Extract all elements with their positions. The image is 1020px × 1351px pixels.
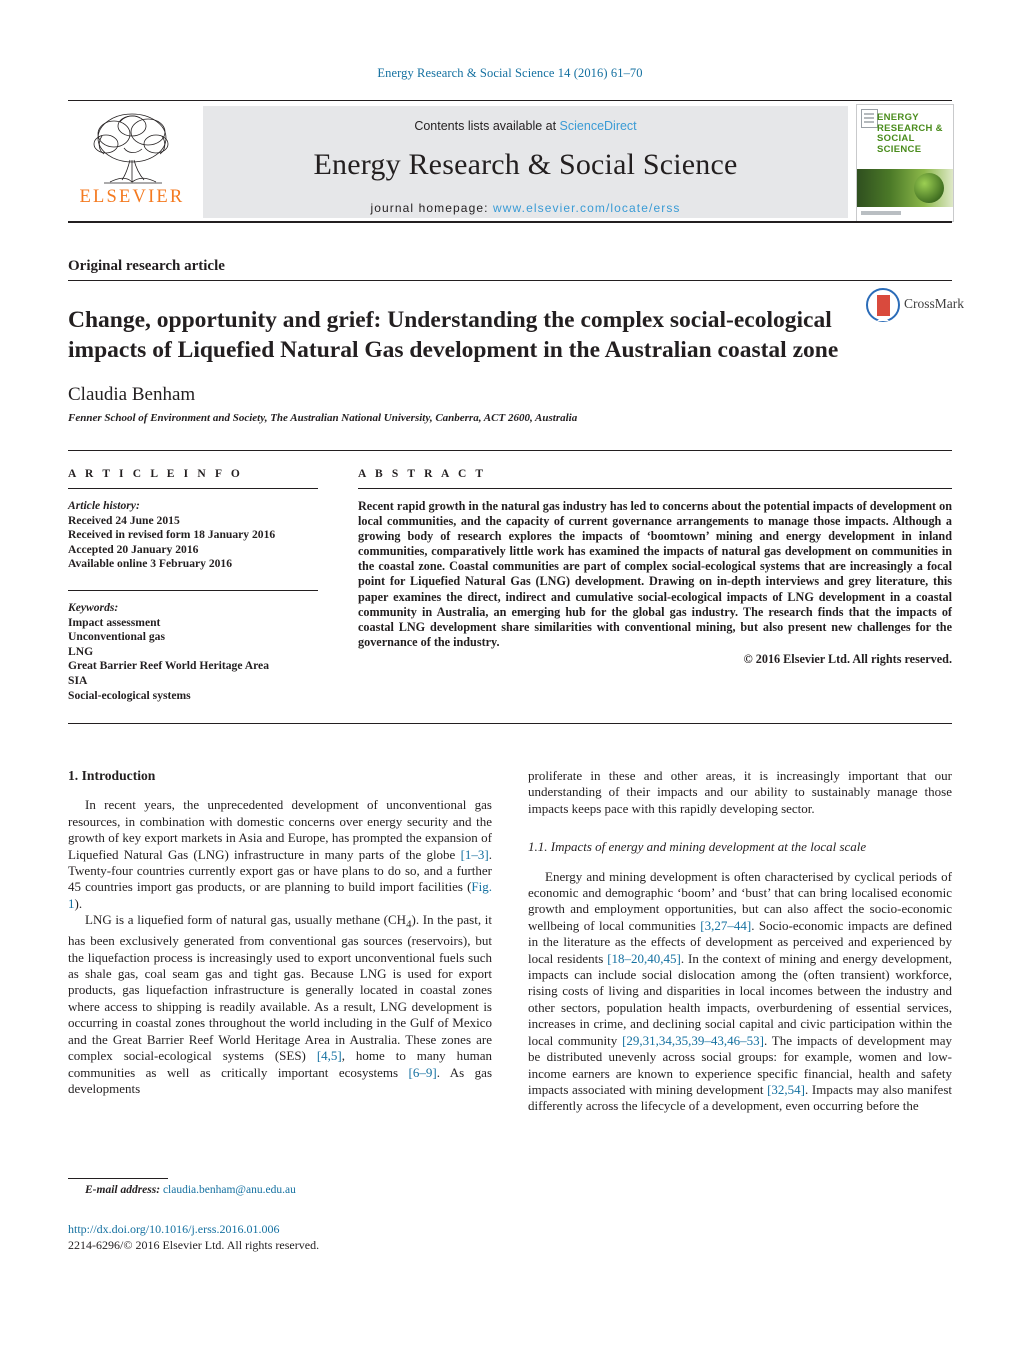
abstract-copyright: © 2016 Elsevier Ltd. All rights reserved… — [743, 651, 952, 666]
subsection-heading-local-scale: 1.1. Impacts of energy and mining develo… — [528, 839, 867, 855]
citation-ref[interactable]: [1–3] — [461, 847, 489, 862]
homepage-label: journal homepage: — [370, 201, 489, 215]
email-link[interactable]: claudia.benham@anu.edu.au — [163, 1184, 296, 1196]
cover-title-text: ENERGY RESEARCH & SOCIAL SCIENCE — [877, 112, 943, 155]
email-label: E-mail address: — [85, 1184, 161, 1196]
footnote-email-line: E-mail address: claudia.benham@anu.edu.a… — [68, 1184, 492, 1196]
paragraph: Energy and mining development is often c… — [528, 869, 952, 1115]
cover-graphic — [857, 169, 953, 207]
para-text: ). — [74, 895, 83, 911]
sciencedirect-link[interactable]: ScienceDirect — [560, 119, 637, 133]
title-divider — [68, 280, 952, 281]
globe-icon — [914, 173, 944, 203]
running-head: Energy Research & Social Science 14 (201… — [377, 66, 643, 80]
issn-copyright-line: 2214-6296/© 2016 Elsevier Ltd. All right… — [68, 1238, 320, 1252]
footnote-rule — [68, 1178, 168, 1179]
citation-ref[interactable]: [32,54] — [767, 1082, 805, 1097]
journal-homepage-line: journal homepage: www.elsevier.com/locat… — [203, 201, 848, 215]
info-band-rule-top — [68, 450, 952, 451]
keyword-item: Unconventional gas — [68, 630, 165, 644]
section-heading-introduction: 1. Introduction — [68, 768, 156, 783]
abstract-heading: A B S T R A C T — [358, 468, 487, 480]
journal-cover-thumbnail: ENERGY RESEARCH & SOCIAL SCIENCE — [856, 104, 954, 222]
body-column-right: proliferate in these and other areas, it… — [528, 768, 952, 1115]
contents-prefix: Contents lists available at — [414, 119, 560, 133]
article-info-heading: A R T I C L E I N F O — [68, 468, 243, 480]
article-info-separator — [68, 589, 318, 591]
contents-available-line: Contents lists available at ScienceDirec… — [203, 106, 848, 133]
cover-bottom-panel — [857, 207, 953, 221]
author-name: Claudia Benham — [68, 384, 196, 405]
keyword-item: Social-ecological systems — [68, 688, 191, 702]
article-history-label: Article history: — [68, 499, 140, 512]
citation-ref[interactable]: [4,5] — [317, 1048, 342, 1063]
info-band-rule-bottom — [68, 723, 952, 724]
article-history-group: Article history: Received 24 June 2015 R… — [68, 499, 318, 572]
masthead-rule-top — [68, 100, 952, 101]
crossmark-icon — [866, 288, 900, 322]
journal-band: Contents lists available at ScienceDirec… — [203, 106, 848, 218]
page-title: Change, opportunity and grief: Understan… — [68, 306, 839, 363]
journal-masthead: ELSEVIER Contents lists available at Sci… — [68, 100, 954, 223]
crossmark-label: CrossMark — [904, 296, 964, 311]
article-type-label: Original research article — [68, 258, 225, 274]
abstract-text: Recent rapid growth in the natural gas i… — [358, 499, 952, 649]
crossmark-bookmark-shape — [877, 295, 890, 321]
citation-ref[interactable]: [29,31,34,35,39–43,46–53] — [622, 1033, 764, 1048]
article-info-rule — [68, 488, 318, 489]
keywords-group: Keywords: Impact assessment Unconvention… — [68, 601, 318, 703]
doi-link[interactable]: http://dx.doi.org/10.1016/j.erss.2016.01… — [68, 1222, 279, 1237]
keyword-item: Impact assessment — [68, 615, 161, 629]
history-item: Received in revised form 18 January 2016 — [68, 528, 276, 542]
history-item: Available online 3 February 2016 — [68, 557, 233, 571]
citation-ref[interactable]: [18–20,40,45] — [607, 951, 681, 966]
author-affiliation: Fenner School of Environment and Society… — [68, 412, 578, 424]
para-text: In recent years, the unprecedented devel… — [68, 797, 492, 862]
journal-title: Energy Research & Social Science — [313, 148, 738, 181]
citation-ref[interactable]: [3,27–44] — [700, 918, 751, 933]
cover-top-panel: ENERGY RESEARCH & SOCIAL SCIENCE — [857, 105, 953, 169]
elsevier-logo: ELSEVIER — [68, 106, 196, 218]
citation-ref[interactable]: [6–9] — [409, 1065, 437, 1080]
body-column-left: 1. Introduction In recent years, the unp… — [68, 768, 492, 1097]
paragraph: In recent years, the unprecedented devel… — [68, 797, 492, 912]
keyword-item: LNG — [68, 644, 94, 658]
para-text: LNG is a liquefied form of natural gas, … — [85, 912, 407, 928]
keyword-item: SIA — [68, 673, 88, 687]
crossmark-badge-group[interactable]: CrossMark — [866, 288, 964, 324]
elsevier-tree-icon — [93, 113, 169, 184]
abstract-column: A B S T R A C T Recent rapid growth in t… — [358, 468, 952, 667]
article-info-column: A R T I C L E I N F O Article history: R… — [68, 468, 318, 703]
keyword-item: Great Barrier Reef World Heritage Area — [68, 659, 269, 673]
homepage-url-link[interactable]: www.elsevier.com/locate/erss — [493, 201, 681, 215]
elsevier-wordmark: ELSEVIER — [79, 187, 185, 207]
cover-publisher-icon — [861, 109, 878, 128]
history-item: Received 24 June 2015 — [68, 513, 180, 527]
history-item: Accepted 20 January 2016 — [68, 542, 199, 556]
keywords-label: Keywords: — [68, 600, 119, 614]
paragraph: LNG is a liquefied form of natural gas, … — [68, 912, 492, 1097]
para-text: ). In the past, it has been exclusively … — [68, 912, 492, 1064]
paragraph: proliferate in these and other areas, it… — [528, 768, 952, 816]
article-page: Energy Research & Social Science 14 (201… — [0, 0, 1020, 1351]
masthead-rule-bottom — [68, 221, 952, 223]
abstract-rule — [358, 488, 952, 489]
